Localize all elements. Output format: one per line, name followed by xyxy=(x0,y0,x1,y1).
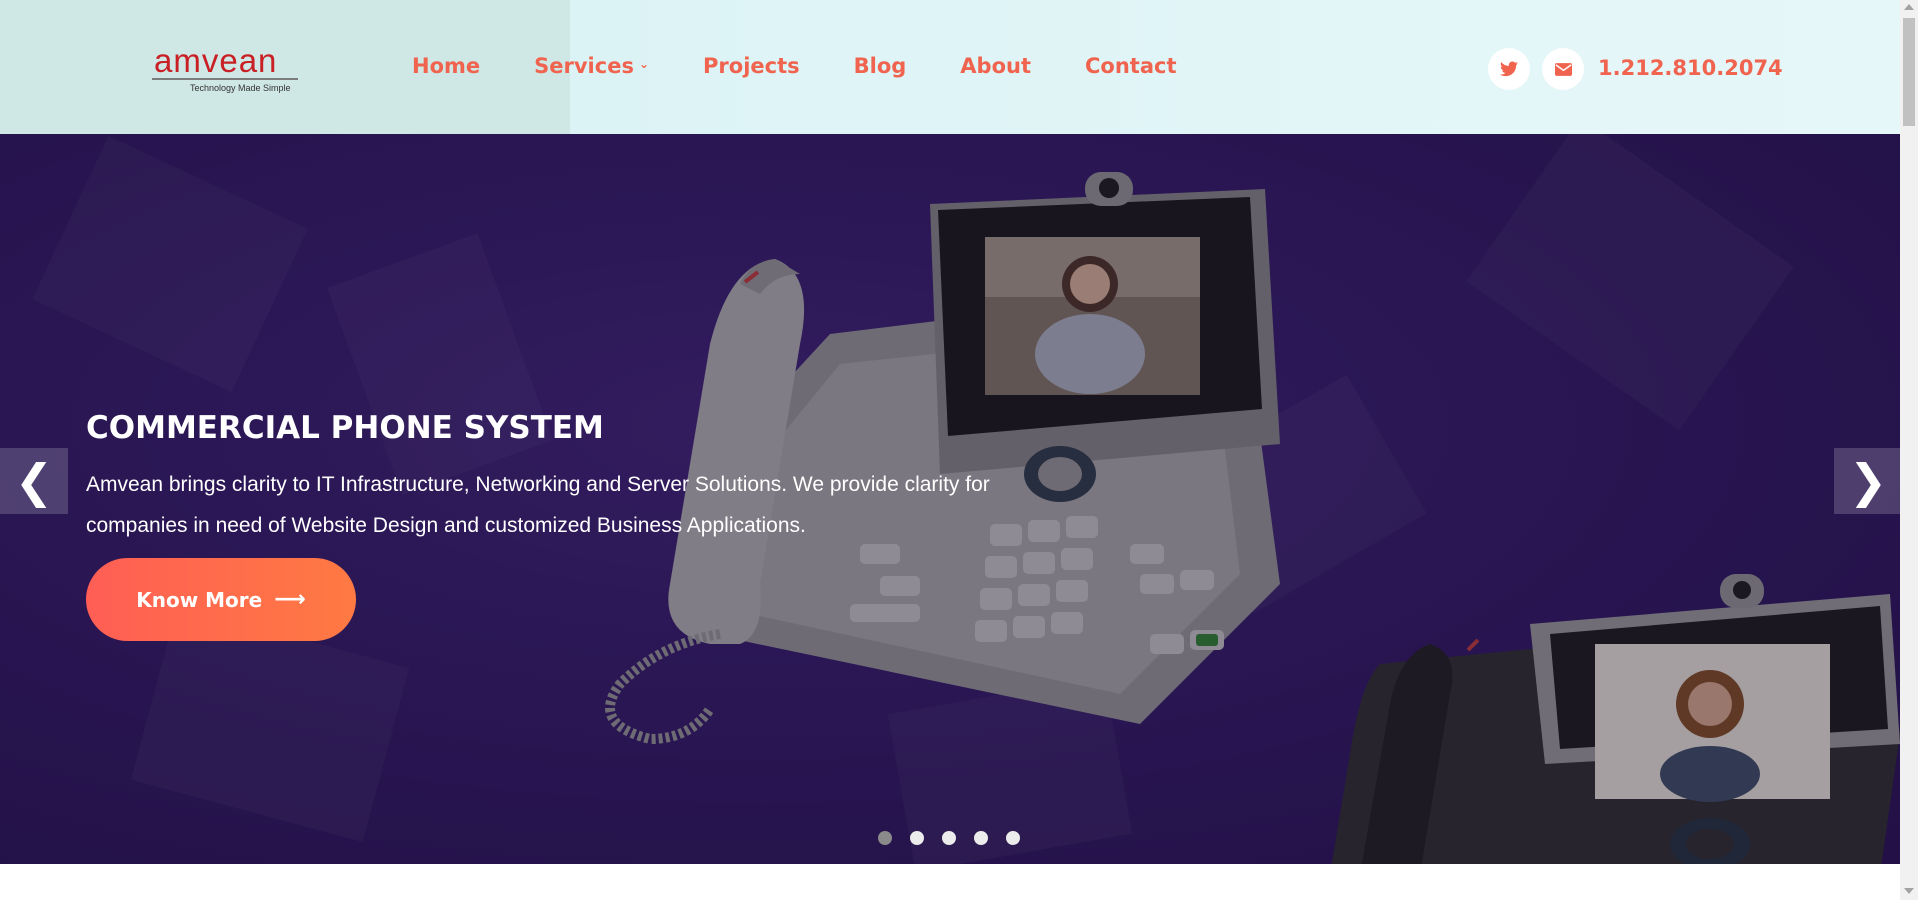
slider-next-button[interactable]: ❯ xyxy=(1834,448,1900,514)
scroll-down-arrow-icon[interactable] xyxy=(1904,888,1914,894)
nav-services[interactable]: Services ⌄ xyxy=(534,54,649,78)
nav-label: Blog xyxy=(853,54,907,78)
hero-slider: COMMERCIAL PHONE SYSTEM Amvean brings cl… xyxy=(0,134,1900,864)
logo-tagline: Technology Made Simple xyxy=(190,83,291,93)
nav-projects[interactable]: Projects xyxy=(703,54,800,78)
slider-dot-1[interactable] xyxy=(878,831,892,845)
nav-home[interactable]: Home xyxy=(412,54,480,78)
main-nav: Home Services ⌄ Projects Blog About Conta… xyxy=(412,54,1231,78)
arrow-right-icon: ⟶ xyxy=(274,587,306,612)
slider-dots xyxy=(878,831,1038,845)
nav-label: Contact xyxy=(1085,54,1177,78)
slider-prev-button[interactable]: ❮ xyxy=(0,448,68,514)
scroll-up-arrow-icon[interactable] xyxy=(1904,4,1914,10)
chevron-right-icon: ❯ xyxy=(1848,455,1888,507)
hero-title: COMMERCIAL PHONE SYSTEM xyxy=(86,410,604,446)
nav-label: Services xyxy=(534,54,634,78)
logo-underline xyxy=(152,78,298,80)
nav-label: About xyxy=(960,54,1031,78)
site-header: amvean Technology Made Simple Home Servi… xyxy=(0,0,1900,134)
twitter-button[interactable] xyxy=(1488,48,1530,90)
vertical-scrollbar[interactable] xyxy=(1900,0,1918,900)
know-more-button[interactable]: Know More ⟶ xyxy=(86,558,356,641)
slider-dot-2[interactable] xyxy=(910,831,924,845)
slider-dot-3[interactable] xyxy=(942,831,956,845)
slider-dot-4[interactable] xyxy=(974,831,988,845)
twitter-icon xyxy=(1500,61,1518,77)
know-more-label: Know More xyxy=(136,587,263,612)
hero-description: Amvean brings clarity to IT Infrastructu… xyxy=(86,473,990,537)
slider-dot-5[interactable] xyxy=(1006,831,1020,845)
mail-icon xyxy=(1554,62,1572,76)
chevron-left-icon: ❮ xyxy=(14,455,54,507)
nav-blog[interactable]: Blog xyxy=(854,54,907,78)
nav-about[interactable]: About xyxy=(960,54,1031,78)
phone-number[interactable]: 1.212.810.2074 xyxy=(1598,56,1783,80)
logo-wordmark: amvean xyxy=(154,42,278,79)
mail-button[interactable] xyxy=(1542,48,1584,90)
nav-label: Home xyxy=(412,54,481,78)
logo[interactable]: amvean Technology Made Simple xyxy=(152,42,302,96)
nav-label: Projects xyxy=(703,54,800,78)
scroll-thumb[interactable] xyxy=(1903,18,1915,126)
chevron-down-icon: ⌄ xyxy=(638,57,650,71)
nav-contact[interactable]: Contact xyxy=(1085,54,1177,78)
